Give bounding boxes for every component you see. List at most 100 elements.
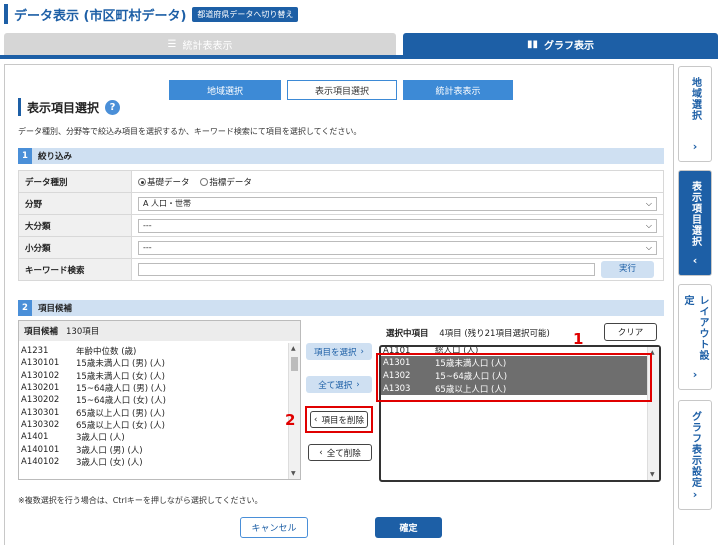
candidates-header: 2 項目候補 xyxy=(18,300,664,316)
list-item[interactable]: A140102 3歳人口 (女) (人) xyxy=(19,456,289,468)
side-tab-items-label: 表示項目選択 xyxy=(689,181,701,247)
delete-item-label: 項目を削除 xyxy=(321,415,364,426)
list-item[interactable]: A140101 3歳人口 (男) (人) xyxy=(19,443,289,456)
item-code: A130201 xyxy=(21,383,60,394)
filter-title: 絞り込み xyxy=(38,152,73,162)
selected-title: 選択中項目 xyxy=(386,329,429,339)
run-button[interactable]: 実行 xyxy=(601,261,654,278)
page-title: データ表示 (市区町村データ) xyxy=(14,8,187,24)
annotation-number-2: 2 xyxy=(285,411,296,429)
radio-off-icon xyxy=(200,178,209,186)
list-item[interactable]: A130202 15~64歳人口 (女) (人) xyxy=(19,394,289,406)
chevron-right-icon: › xyxy=(360,346,364,357)
item-name: 65歳以上人口 (女) (人) xyxy=(76,420,165,431)
tab-graph[interactable]: ▮▮ グラフ表示 xyxy=(403,33,718,55)
cancel-button[interactable]: キャンセル xyxy=(240,517,308,538)
radio-on-icon xyxy=(138,178,146,186)
candidate-list-box: 項目候補 130項目 A1231 年齢中位数 (歳) A130101 15歳未満人口… xyxy=(18,320,301,480)
page-header: データ表示 (市区町村データ) 都道府県データへ切り替え xyxy=(4,4,299,24)
major-select[interactable]: --- ⌵ xyxy=(138,218,657,233)
item-name: 15歳未満人口 (男) (人) xyxy=(76,359,165,370)
chevron-right-icon: › xyxy=(692,368,698,381)
list-item[interactable]: A130301 65歳以上人口 (男) (人) xyxy=(19,406,289,419)
description: データ種別、分野等で絞込み項目を選択するか、キーワード検索にて項目を選択してくだ… xyxy=(18,127,362,136)
step-region[interactable]: 地域選択 xyxy=(169,80,281,100)
item-name: 3歳人口 (女) (人) xyxy=(76,457,143,468)
list-item[interactable]: A1231 年齢中位数 (歳) xyxy=(19,345,289,357)
candidate-list[interactable]: A1231 年齢中位数 (歳) A130101 15歳未満人口 (男) (人) A1… xyxy=(19,345,289,479)
delete-highlight-box: ‹ 項目を削除 xyxy=(305,406,373,433)
list-item[interactable]: A130101 15歳未満人口 (男) (人) xyxy=(19,357,289,369)
side-tab-items[interactable]: 表示項目選択 ‹ xyxy=(678,170,712,276)
filter-table: データ種別 基礎データ 指標データ 分野 A 人口・世帯 ⌵ 大分類 --- ⌵ 小… xyxy=(18,170,664,281)
confirm-button[interactable]: 確定 xyxy=(375,517,442,538)
scroll-down-icon[interactable]: ▼ xyxy=(650,471,655,478)
list-item[interactable]: A1401 3歳人口 (人) xyxy=(19,431,289,443)
candidate-panel-title: 項目候補 xyxy=(24,327,59,337)
side-tab-region-label: 地域選択 xyxy=(689,77,701,121)
item-code: A1401 xyxy=(21,432,49,443)
item-name: 3歳人口 (人) xyxy=(76,433,125,444)
list-item[interactable]: A130201 15~64歳人口 (男) (人) xyxy=(19,382,289,394)
select-item-label: 項目を選択 xyxy=(314,347,357,358)
side-tab-graph-settings[interactable]: グラフ表示設定 › xyxy=(678,400,712,510)
select-all-button[interactable]: 全て選択 › xyxy=(306,376,372,393)
select-all-label: 全て選択 xyxy=(318,380,353,391)
scroll-down-icon[interactable]: ▼ xyxy=(291,470,296,477)
data-type-label: データ種別 xyxy=(18,170,132,193)
major-select-value: --- xyxy=(143,221,152,230)
switch-prefecture-button[interactable]: 都道府県データへ切り替え xyxy=(192,6,299,22)
item-name: 15~64歳人口 (女) (人) xyxy=(76,396,166,407)
selected-highlight-box xyxy=(376,353,652,402)
tab-graph-label: グラフ表示 xyxy=(544,40,594,52)
keyword-input[interactable] xyxy=(138,263,595,276)
minor-select[interactable]: --- ⌵ xyxy=(138,240,657,255)
chevron-right-icon: › xyxy=(692,140,698,153)
side-tab-layout[interactable]: レイアウト設定 › xyxy=(678,284,712,390)
chevron-right-icon: › xyxy=(692,488,698,501)
step-items: 表示項目選択 xyxy=(287,80,397,100)
basic-data-label: 基礎データ xyxy=(147,177,190,188)
candidate-list-header: 項目候補 130項目 xyxy=(19,321,300,341)
field-select[interactable]: A 人口・世帯 ⌵ xyxy=(138,196,657,211)
item-code: A130302 xyxy=(21,419,60,430)
list-item[interactable]: A130102 15歳未満人口 (女) (人) xyxy=(19,370,289,382)
field-label: 分野 xyxy=(18,192,132,215)
clear-button[interactable]: クリア xyxy=(604,323,657,341)
item-code: A140101 xyxy=(21,444,60,455)
index-data-label: 指標データ xyxy=(209,177,252,188)
step-stat[interactable]: 統計表表示 xyxy=(403,80,513,100)
minor-select-value: --- xyxy=(143,243,152,252)
item-name: 3歳人口 (男) (人) xyxy=(76,445,143,456)
scroll-thumb[interactable] xyxy=(291,357,298,371)
item-code: A130202 xyxy=(21,395,60,406)
filter-header: 1 絞り込み xyxy=(18,148,664,164)
item-code: A1231 xyxy=(21,346,49,357)
item-name: 15~64歳人口 (男) (人) xyxy=(76,384,166,395)
minor-label: 小分類 xyxy=(18,236,132,259)
chevron-down-icon: ⌵ xyxy=(645,220,652,230)
item-code: A130301 xyxy=(21,407,60,418)
select-item-button[interactable]: 項目を選択 › xyxy=(306,343,372,360)
tab-stat-label: 統計表表示 xyxy=(182,40,233,52)
list-item[interactable]: A130302 65歳以上人口 (女) (人) xyxy=(19,419,289,431)
filter-number: 1 xyxy=(18,148,32,164)
section-title: 表示項目選択 ? xyxy=(18,98,121,116)
index-data-radio[interactable]: 指標データ xyxy=(200,178,252,188)
note-text: ※複数選択を行う場合は、Ctrlキーを押しながら選択してください。 xyxy=(18,496,263,505)
candidates-title: 項目候補 xyxy=(38,304,73,314)
scroll-up-icon[interactable]: ▲ xyxy=(291,345,296,352)
chevron-down-icon: ⌵ xyxy=(645,198,652,208)
basic-data-radio[interactable]: 基礎データ xyxy=(138,178,190,188)
delete-all-button[interactable]: ‹ 全て削除 xyxy=(308,444,372,461)
help-icon[interactable]: ? xyxy=(105,99,121,115)
section-title-text: 表示項目選択 xyxy=(27,100,100,115)
item-name: 65歳以上人口 (男) (人) xyxy=(76,408,165,419)
delete-item-button[interactable]: ‹ 項目を削除 xyxy=(310,411,368,428)
selected-info: 4項目 (残り21項目選択可能) xyxy=(439,329,550,339)
chevron-left-icon: ‹ xyxy=(319,447,323,458)
side-tab-region[interactable]: 地域選択 › xyxy=(678,66,712,162)
tab-stat-table[interactable]: ☰ 統計表表示 xyxy=(4,33,396,55)
major-label: 大分類 xyxy=(18,214,132,237)
item-name: 年齢中位数 (歳) xyxy=(76,347,137,358)
